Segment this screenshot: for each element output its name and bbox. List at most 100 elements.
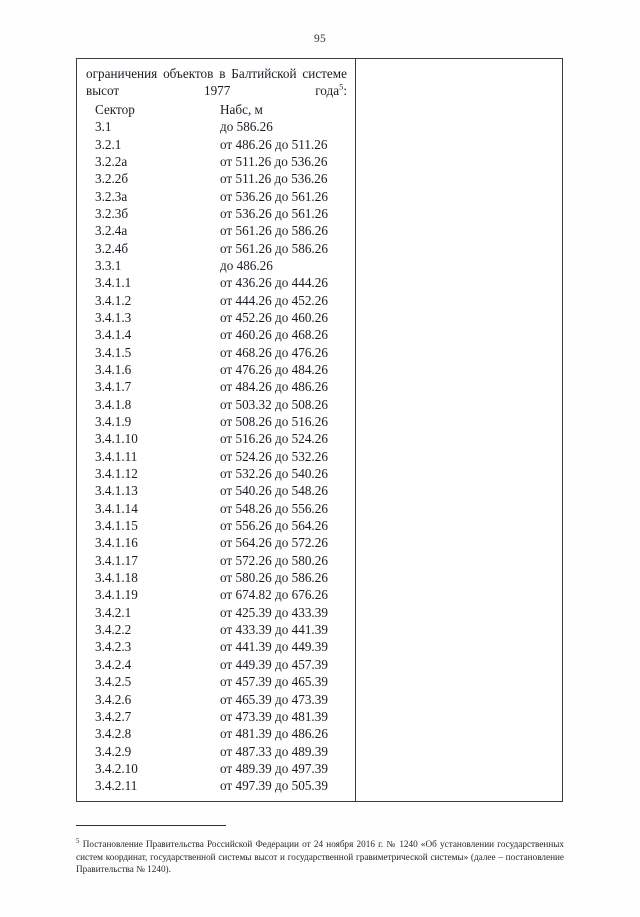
cell-sector: 3.4.2.6 <box>95 691 132 707</box>
table-row: 3.4.2.7 от 473.39 до 481.39 <box>95 708 355 725</box>
cell-value: от 486.26 до 511.26 <box>220 136 328 152</box>
cell-value: от 561.26 до 586.26 <box>220 223 328 239</box>
table-rows: Сектор Набс, м 3.1 до 586.26 3.2.1 от 486.2… <box>77 101 355 795</box>
cell-value: от 536.26 до 561.26 <box>220 205 328 221</box>
cell-sector: 3.4.1.1 <box>95 275 132 291</box>
cell-sector: 3.2.4а <box>95 223 128 239</box>
cell-sector: 3.4.2.4 <box>95 656 132 672</box>
cell-sector: 3.4.2.10 <box>95 760 138 776</box>
cell-sector: 3.4.1.6 <box>95 361 132 377</box>
cell-sector: 3.2.3а <box>95 188 128 204</box>
table-row: 3.4.1.6 от 476.26 до 484.26 <box>95 361 355 378</box>
table-right-column <box>356 59 562 801</box>
table-row: 3.4.1.15 от 556.26 до 564.26 <box>95 517 355 534</box>
footnote-separator <box>76 825 226 826</box>
cell-sector: 3.1 <box>95 119 112 135</box>
cell-value: от 497.39 до 505.39 <box>220 778 328 794</box>
cell-sector: 3.4.2.7 <box>95 708 132 724</box>
cell-sector: 3.4.1.19 <box>95 587 138 603</box>
cell-value: от 524.26 до 532.26 <box>220 448 328 464</box>
cell-value: от 674.82 до 676.26 <box>220 587 328 603</box>
table-row: 3.4.1.11 от 524.26 до 532.26 <box>95 448 355 465</box>
cell-value: до 486.26 <box>220 257 273 273</box>
column-header-value: Набс, м <box>220 101 263 117</box>
cell-value: от 511.26 до 536.26 <box>220 171 328 187</box>
table-row: 3.4.1.17 от 572.26 до 580.26 <box>95 552 355 569</box>
cell-value: от 564.26 до 572.26 <box>220 535 328 551</box>
cell-sector: 3.4.1.12 <box>95 466 138 482</box>
cell-sector: 3.4.1.3 <box>95 309 132 325</box>
heights-table: ограничения объектов в Балтийской систем… <box>76 58 563 802</box>
table-row: 3.2.2а от 511.26 до 536.26 <box>95 153 355 170</box>
table-row: 3.2.3а от 536.26 до 561.26 <box>95 188 355 205</box>
table-row: 3.4.1.7 от 484.26 до 486.26 <box>95 378 355 395</box>
document-page: 95 ограничения объектов в Балтийской сис… <box>0 0 640 917</box>
column-header-sector: Сектор <box>95 101 135 117</box>
cell-value: от 532.26 до 540.26 <box>220 466 328 482</box>
cell-value: от 489.39 до 497.39 <box>220 760 328 776</box>
cell-value: до 586.26 <box>220 119 273 135</box>
table-row: 3.4.2.1 от 425.39 до 433.39 <box>95 604 355 621</box>
cell-value: от 487.33 до 489.39 <box>220 743 328 759</box>
table-row: 3.2.2б от 511.26 до 536.26 <box>95 170 355 187</box>
cell-value: от 433.39 до 441.39 <box>220 622 328 638</box>
cell-sector: 3.4.1.8 <box>95 396 132 412</box>
intro-line-2-suffix: : <box>343 83 347 99</box>
cell-sector: 3.4.2.8 <box>95 726 132 742</box>
table-row: 3.4.1.3 от 452.26 до 460.26 <box>95 309 355 326</box>
cell-value: от 452.26 до 460.26 <box>220 309 328 325</box>
cell-sector: 3.4.1.16 <box>95 535 138 551</box>
cell-value: от 449.39 до 457.39 <box>220 656 328 672</box>
footnote: 5 Постановление Правительства Российской… <box>76 836 564 876</box>
cell-value: от 457.39 до 465.39 <box>220 674 328 690</box>
cell-value: от 444.26 до 452.26 <box>220 292 328 308</box>
cell-sector: 3.4.1.4 <box>95 327 132 343</box>
cell-value: от 476.26 до 484.26 <box>220 361 328 377</box>
cell-sector: 3.4.1.15 <box>95 518 138 534</box>
cell-value: от 503.32 до 508.26 <box>220 396 328 412</box>
cell-value: от 484.26 до 486.26 <box>220 379 328 395</box>
table-left-column: ограничения объектов в Балтийской систем… <box>77 59 356 801</box>
cell-sector: 3.4.1.17 <box>95 552 138 568</box>
table-row: 3.4.1.10 от 516.26 до 524.26 <box>95 430 355 447</box>
cell-value: от 556.26 до 564.26 <box>220 518 328 534</box>
table-row: 3.4.1.1 от 436.26 до 444.26 <box>95 274 355 291</box>
table-row: 3.4.2.4 от 449.39 до 457.39 <box>95 656 355 673</box>
table-row: 3.4.1.9 от 508.26 до 516.26 <box>95 413 355 430</box>
table-row: 3.4.1.12 от 532.26 до 540.26 <box>95 465 355 482</box>
cell-value: от 436.26 до 444.26 <box>220 275 328 291</box>
cell-sector: 3.2.2б <box>95 171 129 187</box>
cell-value: от 516.26 до 524.26 <box>220 431 328 447</box>
cell-value: от 473.39 до 481.39 <box>220 708 328 724</box>
page-number: 95 <box>313 33 327 45</box>
cell-sector: 3.4.1.11 <box>95 448 138 464</box>
table-row: 3.4.2.8 от 481.39 до 486.26 <box>95 725 355 742</box>
cell-value: от 561.26 до 586.26 <box>220 240 328 256</box>
cell-sector: 3.4.1.13 <box>95 483 138 499</box>
cell-sector: 3.4.1.18 <box>95 570 138 586</box>
table-row: 3.4.1.16 от 564.26 до 572.26 <box>95 534 355 551</box>
table-row: 3.2.1 от 486.26 до 511.26 <box>95 136 355 153</box>
table-row: 3.3.1 до 486.26 <box>95 257 355 274</box>
cell-sector: 3.4.2.5 <box>95 674 132 690</box>
table-row: 3.4.1.4 от 460.26 до 468.26 <box>95 326 355 343</box>
table-row: 3.4.2.2 от 433.39 до 441.39 <box>95 621 355 638</box>
cell-sector: 3.4.2.3 <box>95 639 132 655</box>
cell-value: от 548.26 до 556.26 <box>220 500 328 516</box>
cell-sector: 3.4.1.14 <box>95 500 138 516</box>
intro-line-1: ограничения объектов в Балтийской <box>86 66 297 81</box>
cell-value: от 465.39 до 473.39 <box>220 691 328 707</box>
cell-sector: 3.4.1.9 <box>95 414 132 429</box>
cell-sector: 3.4.2.1 <box>95 604 132 620</box>
table-intro-text: ограничения объектов в Балтийской систем… <box>77 65 355 100</box>
cell-sector: 3.2.2а <box>95 153 128 169</box>
cell-sector: 3.4.2.11 <box>95 778 138 794</box>
table-row: 3.4.1.19 от 674.82 до 676.26 <box>95 586 355 603</box>
footnote-marker: 5 <box>76 836 80 845</box>
table-row: 3.4.1.2 от 444.26 до 452.26 <box>95 292 355 309</box>
cell-value: от 468.26 до 476.26 <box>220 344 328 360</box>
cell-value: от 572.26 до 580.26 <box>220 552 328 568</box>
cell-sector: 3.4.1.10 <box>95 431 138 447</box>
cell-sector: 3.3.1 <box>95 257 122 273</box>
cell-value: от 508.26 до 516.26 <box>220 414 328 429</box>
